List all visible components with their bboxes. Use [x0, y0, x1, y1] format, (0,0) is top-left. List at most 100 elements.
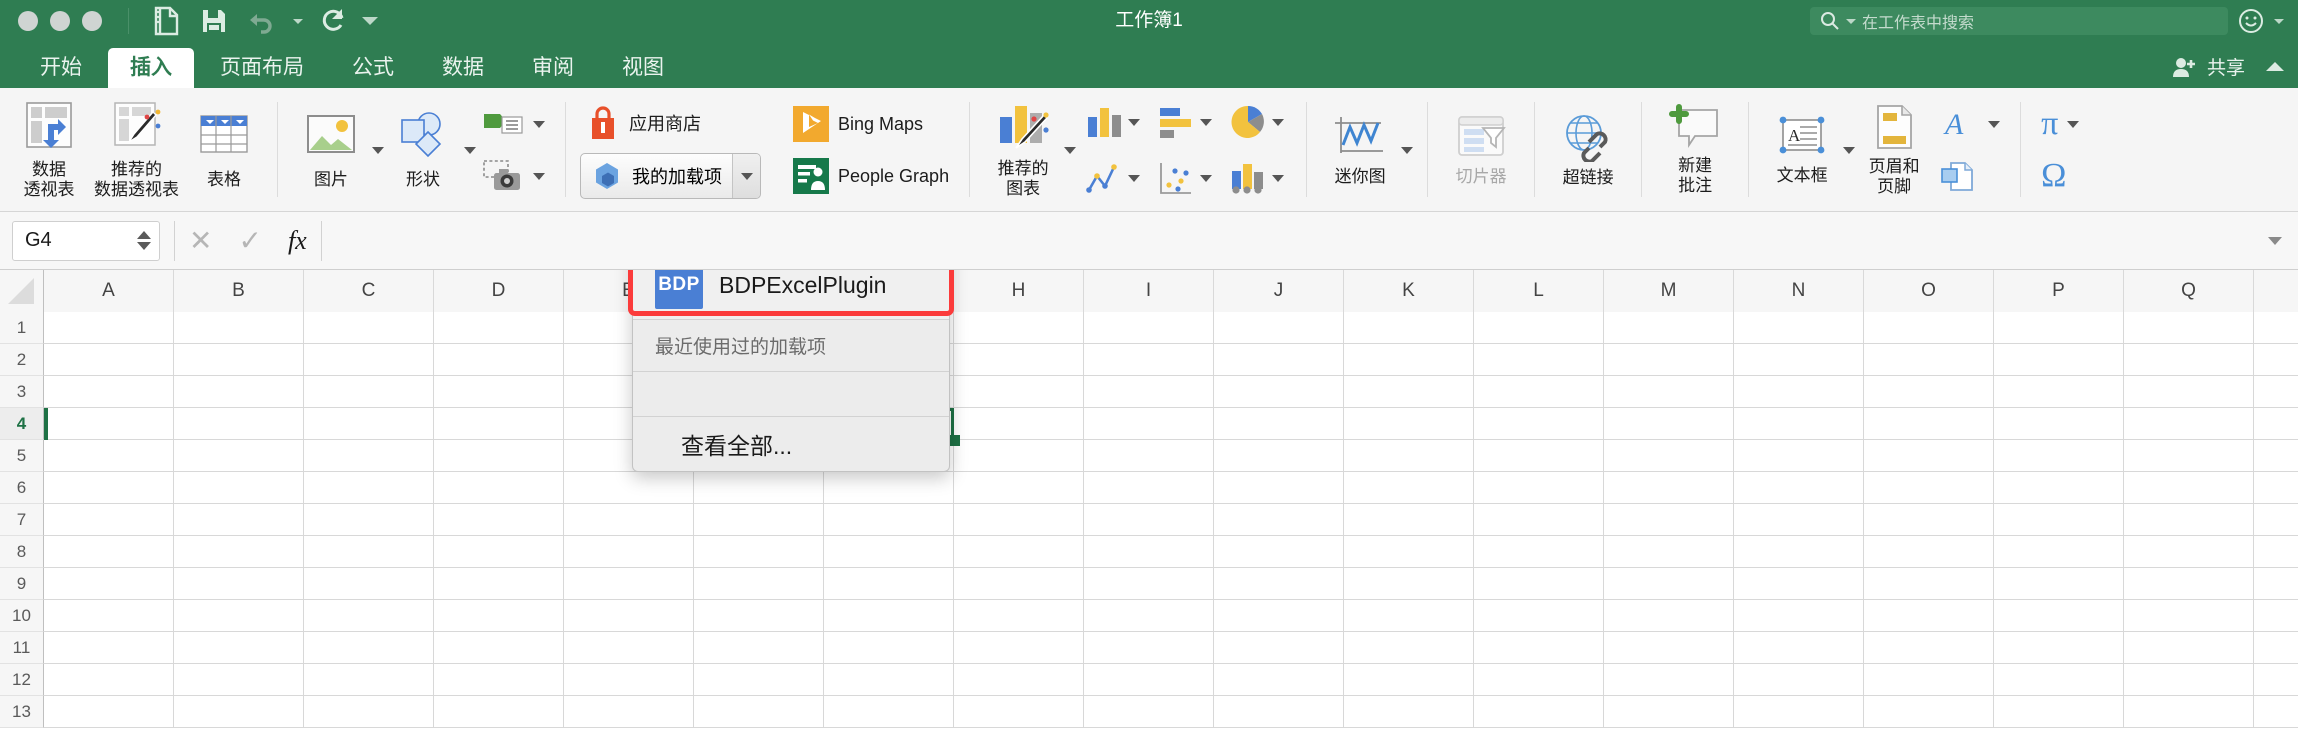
cell-O9[interactable]	[1864, 568, 1994, 600]
row-header-2[interactable]: 2	[0, 344, 44, 376]
cell-D13[interactable]	[434, 696, 564, 728]
row-header-4[interactable]: 4	[0, 408, 44, 440]
cell-Q7[interactable]	[2124, 504, 2254, 536]
bar-chart-caret-icon[interactable]	[1200, 118, 1213, 126]
cell-C11[interactable]	[304, 632, 434, 664]
cell-I5[interactable]	[1084, 440, 1214, 472]
cell-D5[interactable]	[434, 440, 564, 472]
cell-Q11[interactable]	[2124, 632, 2254, 664]
cell-J6[interactable]	[1214, 472, 1344, 504]
cell-C1[interactable]	[304, 312, 434, 344]
cell-L9[interactable]	[1474, 568, 1604, 600]
save-icon[interactable]	[193, 4, 235, 38]
cell-L13[interactable]	[1474, 696, 1604, 728]
line-chart-caret-icon[interactable]	[1128, 174, 1141, 182]
screenshot-caret-icon[interactable]	[533, 172, 545, 180]
line-chart-button[interactable]	[1076, 159, 1148, 197]
cell-C2[interactable]	[304, 344, 434, 376]
cell-R10[interactable]	[2254, 600, 2298, 632]
cell-D4[interactable]	[434, 408, 564, 440]
header-footer-button[interactable]: 页眉和 页脚	[1855, 92, 1933, 208]
cell-M13[interactable]	[1604, 696, 1734, 728]
cell-P6[interactable]	[1994, 472, 2124, 504]
cell-L10[interactable]	[1474, 600, 1604, 632]
cell-A13[interactable]	[44, 696, 174, 728]
cell-C5[interactable]	[304, 440, 434, 472]
cell-A10[interactable]	[44, 600, 174, 632]
cell-K3[interactable]	[1344, 376, 1474, 408]
cell-M8[interactable]	[1604, 536, 1734, 568]
cell-K7[interactable]	[1344, 504, 1474, 536]
bar-chart-button[interactable]	[1148, 103, 1220, 141]
column-header-O[interactable]: O	[1864, 270, 1994, 312]
cell-O4[interactable]	[1864, 408, 1994, 440]
symbol-button[interactable]: Ω	[2035, 154, 2085, 198]
cell-Q12[interactable]	[2124, 664, 2254, 696]
cell-E12[interactable]	[564, 664, 694, 696]
cell-K9[interactable]	[1344, 568, 1474, 600]
cell-O3[interactable]	[1864, 376, 1994, 408]
cell-E7[interactable]	[564, 504, 694, 536]
cell-O6[interactable]	[1864, 472, 1994, 504]
cell-N4[interactable]	[1734, 408, 1864, 440]
slicer-button[interactable]: 切片器	[1442, 92, 1520, 208]
cell-N3[interactable]	[1734, 376, 1864, 408]
enter-icon[interactable]: ✓	[238, 226, 261, 255]
cell-H7[interactable]	[954, 504, 1084, 536]
cell-M9[interactable]	[1604, 568, 1734, 600]
cell-L6[interactable]	[1474, 472, 1604, 504]
cell-P3[interactable]	[1994, 376, 2124, 408]
row-header-5[interactable]: 5	[0, 440, 44, 472]
cell-N7[interactable]	[1734, 504, 1864, 536]
fill-handle[interactable]	[949, 435, 960, 446]
minimize-button[interactable]	[50, 11, 70, 31]
sparkline-button[interactable]: 迷你图	[1321, 92, 1414, 208]
column-header-Q[interactable]: Q	[2124, 270, 2254, 312]
cell-G10[interactable]	[824, 600, 954, 632]
cell-P1[interactable]	[1994, 312, 2124, 344]
text-box-caret-icon[interactable]	[1843, 146, 1856, 154]
cell-C7[interactable]	[304, 504, 434, 536]
cell-A9[interactable]	[44, 568, 174, 600]
select-all-corner[interactable]	[0, 270, 44, 312]
cell-J11[interactable]	[1214, 632, 1344, 664]
row-header-9[interactable]: 9	[0, 568, 44, 600]
column-header-A[interactable]: A	[44, 270, 174, 312]
cell-H9[interactable]	[954, 568, 1084, 600]
tab-page-layout[interactable]: 页面布局	[198, 48, 326, 88]
bing-maps-button[interactable]: Bing Maps	[787, 102, 955, 146]
zoom-button[interactable]	[82, 11, 102, 31]
row-header-13[interactable]: 13	[0, 696, 44, 728]
cancel-icon[interactable]: ✕	[189, 226, 212, 255]
cell-L4[interactable]	[1474, 408, 1604, 440]
menu-item-see-all[interactable]: 查看全部...	[633, 417, 949, 471]
my-addins-button[interactable]: 我的加载项	[580, 153, 761, 199]
window-controls[interactable]	[0, 11, 102, 31]
cell-N1[interactable]	[1734, 312, 1864, 344]
cell-A1[interactable]	[44, 312, 174, 344]
cell-F6[interactable]	[694, 472, 824, 504]
row-header-6[interactable]: 6	[0, 472, 44, 504]
cell-G12[interactable]	[824, 664, 954, 696]
cell-Q6[interactable]	[2124, 472, 2254, 504]
formula-expand-chevron-down-icon[interactable]	[2268, 236, 2282, 245]
cell-O12[interactable]	[1864, 664, 1994, 696]
cell-H1[interactable]	[954, 312, 1084, 344]
store-button[interactable]: 应用商店	[580, 101, 761, 145]
cell-R8[interactable]	[2254, 536, 2298, 568]
close-button[interactable]	[18, 11, 38, 31]
cell-P12[interactable]	[1994, 664, 2124, 696]
column-chart-button[interactable]	[1076, 103, 1148, 141]
cell-J3[interactable]	[1214, 376, 1344, 408]
cell-I8[interactable]	[1084, 536, 1214, 568]
cell-K8[interactable]	[1344, 536, 1474, 568]
cell-M5[interactable]	[1604, 440, 1734, 472]
cell-G11[interactable]	[824, 632, 954, 664]
cell-P2[interactable]	[1994, 344, 2124, 376]
cell-D9[interactable]	[434, 568, 564, 600]
cell-O8[interactable]	[1864, 536, 1994, 568]
undo-icon[interactable]	[241, 4, 283, 38]
cell-D7[interactable]	[434, 504, 564, 536]
cell-R11[interactable]	[2254, 632, 2298, 664]
cell-B5[interactable]	[174, 440, 304, 472]
